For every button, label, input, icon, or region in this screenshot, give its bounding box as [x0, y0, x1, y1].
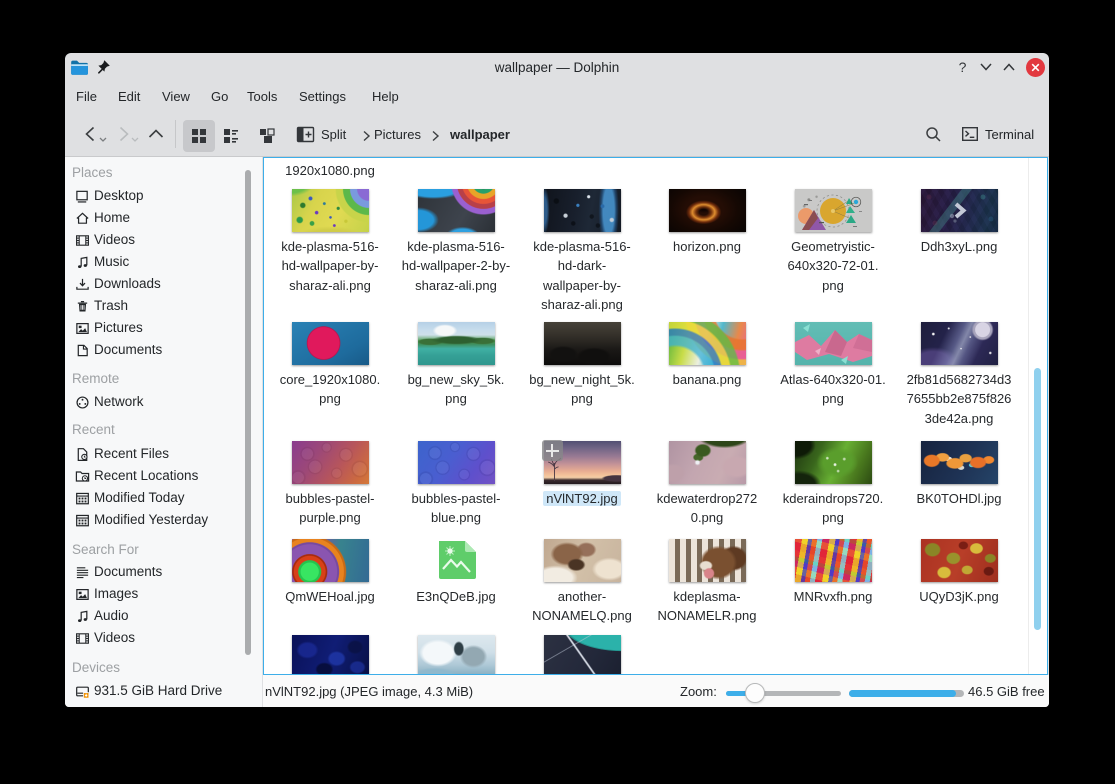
svg-text:?: ? [959, 59, 967, 75]
